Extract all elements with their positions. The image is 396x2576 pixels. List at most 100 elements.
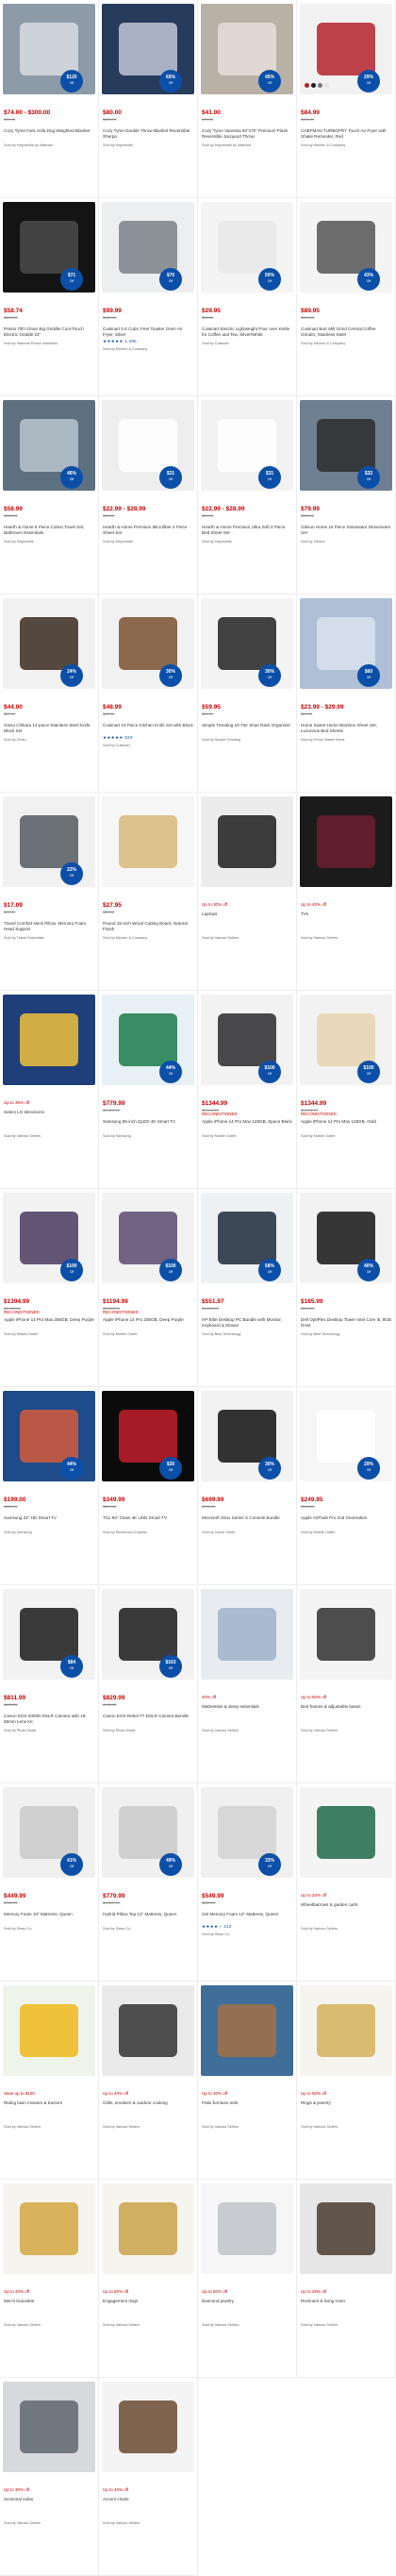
- product-title[interactable]: Select LG televisions: [4, 1110, 94, 1115]
- product-title[interactable]: Engagement rings: [103, 2299, 193, 2304]
- wheelbarrow-image[interactable]: [300, 1787, 392, 1878]
- product-title[interactable]: Samsung 32" HD Smart TV: [4, 1515, 94, 1521]
- product-card[interactable]: 24% Off $44.00 $57.99 Ginsu Chikara 12-piece…: [0, 594, 99, 793]
- product-card[interactable]: $31 Off $22.99 - $28.99 $49.99 Hearth & Home…: [198, 396, 297, 594]
- product-title[interactable]: Apple iPhone 14 Pro Max 128GB, Space Bla…: [202, 1119, 292, 1125]
- product-card[interactable]: 44% Off $779.99 $1,399.99 Samsung 55-inch QL…: [99, 991, 198, 1189]
- product-card[interactable]: Up to 50% off Engagement rings Sold by Var…: [99, 2180, 198, 2378]
- product-card[interactable]: 65% Off $80.00 $229.99 Cozy Tyme Double Thro…: [99, 0, 198, 198]
- product-title[interactable]: Bed frames & adjustable bases: [301, 1704, 391, 1710]
- product-card[interactable]: 58% Off $551.97 $1,299.99 HP Elite Desktop P…: [198, 1189, 297, 1387]
- product-title[interactable]: Patio furniture sets: [202, 2100, 292, 2106]
- product-card[interactable]: 44% Off $199.00 $359.99 Samsung 32" HD Smart…: [0, 1387, 99, 1585]
- product-title[interactable]: Canon EOS 2000D DSLR Camera with 18-55mm…: [4, 1714, 94, 1725]
- product-title[interactable]: TVs: [301, 912, 391, 917]
- product-title[interactable]: Apple iPhone 14 Pro Max 256GB, Deep Purp…: [4, 1317, 94, 1323]
- product-card[interactable]: Up to 30% off Sectional sofas Sold by Vari…: [0, 2378, 99, 2576]
- product-card[interactable]: Up to 30% off Patio furniture sets Sold by…: [198, 1982, 297, 2180]
- product-card[interactable]: Up to 40% off Accent chairs Sold by Variou…: [99, 2378, 198, 2576]
- product-card[interactable]: 43% Off $89.95 $159.99 Cuisinart Burr Mill G…: [297, 198, 396, 396]
- product-title[interactable]: Recliners & living room: [301, 2299, 391, 2304]
- product-title[interactable]: Cuisinart Electric Lightweight Pour over…: [202, 326, 292, 338]
- product-title[interactable]: CHEFMAN TURBOFRY Touch Air Fryer with Sh…: [301, 128, 391, 140]
- product-card[interactable]: 45% Off $41.00 $74.99 Cozy Tyme Vanessa 60"x…: [198, 0, 297, 198]
- product-title[interactable]: Memory Foam 10" Mattress, Queen: [4, 1912, 94, 1917]
- gas-grill-image[interactable]: [102, 1985, 194, 2076]
- tv-image[interactable]: [300, 796, 392, 887]
- product-title[interactable]: Gibson Home 16 Piece Stoneware Dinnerwar…: [301, 525, 391, 536]
- product-title[interactable]: Presto Tilt'n Drain Big Griddle Cool-Tou…: [4, 326, 94, 338]
- product-title[interactable]: Apple iPhone 14 Pro Max 128GB, Gold: [301, 1119, 391, 1125]
- product-title[interactable]: Mattresses & sleep essentials: [202, 1704, 292, 1710]
- product-card[interactable]: 30% Off $699.99 $999.99 Microsoft Xbox Serie…: [198, 1387, 297, 1585]
- mattress-image[interactable]: [201, 1589, 293, 1680]
- product-card[interactable]: $71 Off $58.74 $129.99 Presto Tilt'n Drain B…: [0, 198, 99, 396]
- product-card[interactable]: Up to 50% off Bed frames & adjustable bas…: [297, 1585, 396, 1783]
- product-card[interactable]: 50% Off $29.95 $59.99 Cuisinart Electric Lig…: [198, 198, 297, 396]
- product-card[interactable]: 30% Off $48.99 $69.99 Cuisinart 15 Piece Kit…: [99, 594, 198, 793]
- product-title[interactable]: Simple Trending 10-Tier Shoe Rack Organi…: [202, 723, 292, 728]
- product-title[interactable]: Cozy Tyme Double Throw Blanket Reversibl…: [103, 128, 193, 140]
- product-title[interactable]: Travel Comfort Neck Pillow, Memory Foam …: [4, 921, 94, 932]
- product-card[interactable]: $163 Off $829.99 $992.99 Canon EOS Rebel T7 …: [99, 1585, 198, 1783]
- product-title[interactable]: Canon EOS Rebel T7 DSLR Camera Bundle: [103, 1714, 193, 1719]
- product-card[interactable]: $100 Off $1394.99 RECONDITIONED $1,494.99 App…: [0, 1189, 99, 1387]
- product-title[interactable]: Ginsu Chikara 12-piece Stainless Steel K…: [4, 723, 94, 734]
- product-title[interactable]: Dell OptiPlex Desktop Tower Intel Core i…: [301, 1317, 391, 1329]
- product-title[interactable]: Samsung 55-inch QLED 4K Smart TV: [103, 1119, 193, 1125]
- accent-chair-image[interactable]: [102, 2382, 194, 2472]
- product-title[interactable]: Round 15-inch Wood Cutting Board, Natura…: [103, 921, 193, 932]
- color-swatch[interactable]: [318, 83, 322, 88]
- product-title[interactable]: Apple AirPods Pro 2nd Generation: [301, 1515, 391, 1521]
- sectional-image[interactable]: [3, 2382, 95, 2472]
- gold-chain-image[interactable]: [3, 2183, 95, 2274]
- product-card[interactable]: Save up to $100 Riding lawn mowers & trac…: [0, 1982, 99, 2180]
- product-card[interactable]: $100 Off $1194.99 RECONDITIONED $1,294.99 App…: [99, 1189, 198, 1387]
- product-title[interactable]: Grills, smokers & outdoor cooking: [103, 2100, 193, 2106]
- adjustable-base-image[interactable]: [300, 1589, 392, 1680]
- product-card[interactable]: $84 Off $811.99 $895.99 Canon EOS 2000D DSLR…: [0, 1585, 99, 1783]
- product-title[interactable]: Diamond jewelry: [202, 2299, 292, 2304]
- product-card[interactable]: Up to 35% off Select LG televisions Sold b…: [0, 991, 99, 1189]
- product-title[interactable]: Cuisinart Burr Mill Grind Central Coffee…: [301, 326, 391, 338]
- product-title[interactable]: Cozy Tyme Vanessa 60"x70" Premium Plush …: [202, 128, 292, 140]
- product-card[interactable]: 49% Off $779.99 $1,529.99 Hybrid Pillow Top …: [99, 1783, 198, 1982]
- product-title[interactable]: Riding lawn mowers & tractors: [4, 2100, 94, 2106]
- product-card[interactable]: 40% off Mattresses & sleep essentials Sold…: [198, 1585, 297, 1783]
- product-card[interactable]: Up to 30% off Laptops Sold by Various Sell…: [198, 793, 297, 991]
- product-card[interactable]: 22% Off $17.09 $21.99 Travel Comfort Neck Pi…: [0, 793, 99, 991]
- product-title[interactable]: Wheelbarrows & garden carts: [301, 1902, 391, 1908]
- product-title[interactable]: Gel Memory Foam 12" Mattress, Queen: [202, 1912, 292, 1917]
- product-title[interactable]: TCL 50" Class 4K UHD Smart TV: [103, 1515, 193, 1521]
- product-card[interactable]: $70 Off $99.99 $169.99 Cuisinart 0.6 Cubic F…: [99, 198, 198, 396]
- product-card[interactable]: Up to 40% off Grills, smokers & outdoor c…: [99, 1982, 198, 2180]
- product-card[interactable]: $31 Off $22.99 - $28.99 $49.99 Hearth & Home…: [99, 396, 198, 594]
- product-title[interactable]: Microsoft Xbox Series X Console Bundle: [202, 1515, 292, 1521]
- color-swatch[interactable]: [311, 83, 316, 88]
- product-card[interactable]: 29% Off $84.99 $119.99 CHEFMAN TURBOFRY Touc…: [297, 0, 396, 198]
- product-card[interactable]: 30% Off $59.95 $85.99 Simple Trending 10-Tie…: [198, 594, 297, 793]
- color-swatch[interactable]: [324, 83, 329, 88]
- color-swatches[interactable]: [305, 83, 329, 88]
- product-card[interactable]: 46% Off $58.99 $109.99 Hearth & Home 6 Piece…: [0, 396, 99, 594]
- product-title[interactable]: Accent chairs: [103, 2497, 193, 2502]
- product-title[interactable]: Sectional sofas: [4, 2497, 94, 2502]
- product-title[interactable]: Laptops: [202, 912, 292, 917]
- product-title[interactable]: Cozy Tyme Fara Sofa Dog Weighted Blanket: [4, 128, 94, 134]
- recliner-image[interactable]: [300, 2183, 392, 2274]
- product-title[interactable]: Men's bracelets: [4, 2299, 94, 2304]
- product-title[interactable]: Rings & jewelry: [301, 2100, 391, 2106]
- product-title[interactable]: Apple iPhone 14 Pro 256GB, Deep Purple: [103, 1317, 193, 1323]
- product-card[interactable]: Up to 50% off Rings & jewelry Sold by Vari…: [297, 1982, 396, 2180]
- patio-set-image[interactable]: [201, 1985, 293, 2076]
- cutting-board-image[interactable]: [102, 796, 194, 887]
- rings-image[interactable]: [300, 1985, 392, 2076]
- product-card[interactable]: $100 Off $1344.99 RECONDITIONED $1,444.99 App…: [198, 991, 297, 1189]
- product-card[interactable]: 40% Off $185.99 $309.99 Dell OptiPlex Deskto…: [297, 1189, 396, 1387]
- product-card[interactable]: 33% Off $549.99 $819.99 Gel Memory Foam 12" …: [198, 1783, 297, 1982]
- riding-mower-image[interactable]: [3, 1985, 95, 2076]
- product-card[interactable]: $60 Off $23.99 - $29.99 $89.99 Home Sweet Ho…: [297, 594, 396, 793]
- product-title[interactable]: Hearth & Home 6 Piece Cotton Towel Set, …: [4, 525, 94, 536]
- product-title[interactable]: Hearth & Home Premium Microfiber 4 Piece…: [103, 525, 193, 536]
- color-swatch[interactable]: [305, 83, 309, 88]
